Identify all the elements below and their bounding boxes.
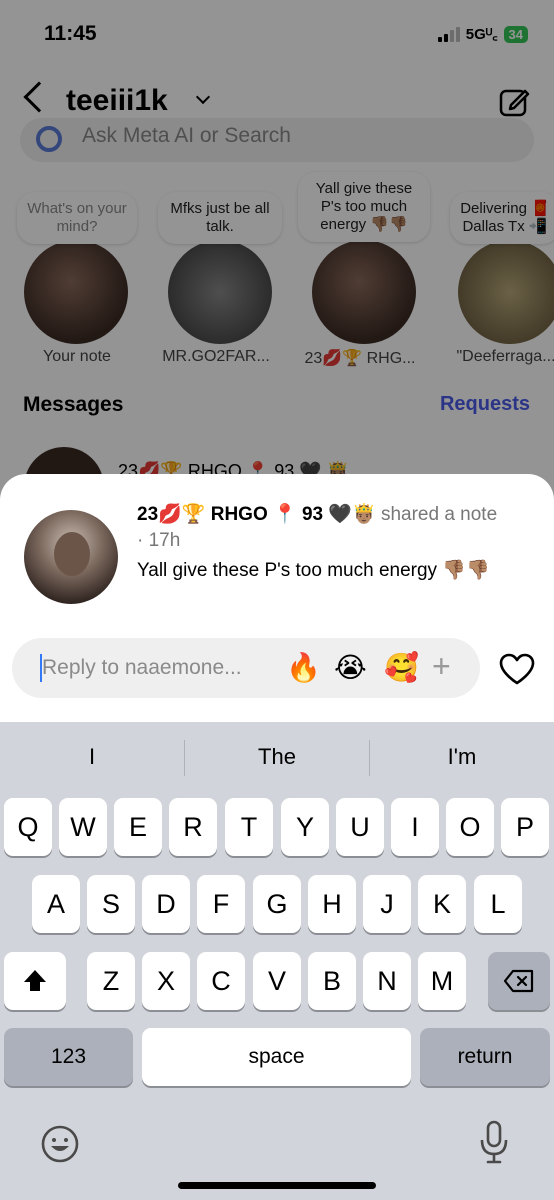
keyboard: I The I'm Q W E R T Y U I O P A S D F G … [0, 722, 554, 1200]
plus-icon[interactable]: + [432, 648, 451, 685]
note-reply-sheet: 23💋🏆 RHGO 📍 93 🖤🤴🏽 shared a note · 17h Y… [0, 474, 554, 724]
fire-reaction-button[interactable]: 🔥 [286, 652, 321, 684]
key-w[interactable]: W [59, 798, 107, 856]
backspace-icon [503, 969, 534, 993]
key-k[interactable]: K [418, 875, 466, 933]
key-z[interactable]: Z [87, 952, 135, 1010]
key-j[interactable]: J [363, 875, 411, 933]
key-a[interactable]: A [32, 875, 80, 933]
note-timestamp: · 17h [137, 530, 181, 551]
suggestion-bar: I The I'm [0, 722, 554, 796]
key-l[interactable]: L [474, 875, 522, 933]
key-t[interactable]: T [225, 798, 273, 856]
delete-key[interactable] [488, 952, 550, 1010]
key-u[interactable]: U [336, 798, 384, 856]
reply-field[interactable]: 🔥 😭 🥰 + [12, 638, 480, 698]
home-indicator[interactable] [178, 1182, 376, 1189]
key-c[interactable]: C [197, 952, 245, 1010]
key-x[interactable]: X [142, 952, 190, 1010]
key-v[interactable]: V [253, 952, 301, 1010]
key-e[interactable]: E [114, 798, 162, 856]
microphone-icon[interactable] [478, 1120, 510, 1164]
numbers-key[interactable]: 123 [4, 1028, 133, 1086]
key-r[interactable]: R [169, 798, 217, 856]
suggestion-item[interactable]: I'm [370, 744, 554, 770]
suggestion-item[interactable]: I [0, 744, 184, 770]
key-h[interactable]: H [308, 875, 356, 933]
key-n[interactable]: N [363, 952, 411, 1010]
return-key[interactable]: return [420, 1028, 550, 1086]
emoji-icon[interactable] [40, 1124, 80, 1164]
key-g[interactable]: G [253, 875, 301, 933]
key-s[interactable]: S [87, 875, 135, 933]
key-i[interactable]: I [391, 798, 439, 856]
key-y[interactable]: Y [281, 798, 329, 856]
note-text: Yall give these P's too much energy 👎🏽👎🏽 [137, 560, 490, 581]
crying-reaction-button[interactable]: 😭 [334, 652, 367, 684]
note-header: 23💋🏆 RHGO 📍 93 🖤🤴🏽 shared a note · 17h [137, 502, 527, 554]
key-q[interactable]: Q [4, 798, 52, 856]
key-o[interactable]: O [446, 798, 494, 856]
heart-icon[interactable] [498, 652, 536, 686]
key-f[interactable]: F [197, 875, 245, 933]
key-p[interactable]: P [501, 798, 549, 856]
key-b[interactable]: B [308, 952, 356, 1010]
key-m[interactable]: M [418, 952, 466, 1010]
avatar[interactable] [24, 510, 118, 604]
shift-key[interactable] [4, 952, 66, 1010]
key-d[interactable]: D [142, 875, 190, 933]
note-author[interactable]: 23💋🏆 RHGO 📍 93 🖤🤴🏽 [137, 504, 376, 525]
hearts-reaction-button[interactable]: 🥰 [384, 652, 419, 684]
space-key[interactable]: space [142, 1028, 411, 1086]
suggestion-item[interactable]: The [185, 744, 369, 770]
shared-label: shared a note [380, 504, 498, 525]
reply-input[interactable] [42, 654, 282, 682]
shift-icon [24, 970, 46, 991]
